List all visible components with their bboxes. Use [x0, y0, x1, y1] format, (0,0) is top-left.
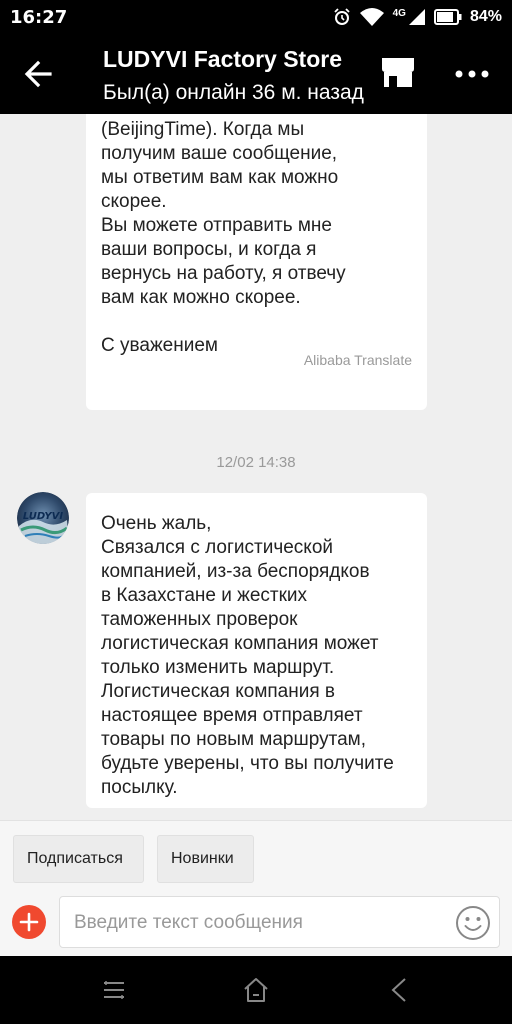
emoji-button[interactable] [455, 905, 491, 941]
store-button[interactable] [378, 52, 418, 92]
plus-icon [19, 912, 39, 932]
chat-header: LUDYVI Factory Store Был(а) онлайн 36 м.… [0, 34, 512, 114]
back-arrow-icon [24, 60, 52, 88]
avatar-text: LUDYVI [23, 511, 63, 522]
message-text: (BeijingTime). Когда мы получим ваше соо… [101, 119, 346, 356]
status-bar: 16:27 4G 84% [0, 0, 512, 34]
online-status: Был(а) онлайн 36 м. назад [103, 81, 364, 104]
network-type: 4G [392, 7, 406, 19]
home-icon [244, 978, 268, 1002]
system-nav-bar [0, 956, 512, 1024]
back-chevron-icon [391, 978, 406, 1002]
message-timestamp: 12/02 14:38 [216, 454, 296, 471]
message-bubble[interactable]: Очень жаль, Связался с логистической ком… [86, 493, 427, 808]
new-arrivals-button[interactable]: Новинки [157, 835, 254, 883]
message-bubble[interactable]: (BeijingTime). Когда мы получим ваше соо… [86, 114, 427, 410]
home-nav-button[interactable] [242, 976, 270, 1004]
translation-label: Alibaba Translate [303, 352, 412, 368]
menu-nav-button[interactable] [100, 976, 128, 1004]
more-icon [455, 70, 489, 78]
status-icons: 4G 84% [333, 7, 502, 27]
avatar[interactable]: LUDYVI [17, 492, 69, 544]
back-nav-button[interactable] [386, 976, 414, 1004]
store-logo-avatar: LUDYVI [17, 492, 69, 544]
wifi-icon [359, 8, 384, 26]
message-input[interactable]: Введите текст сообщения [59, 896, 500, 948]
message-input-placeholder: Введите текст сообщения [74, 912, 303, 933]
message-composer: Введите текст сообщения [0, 896, 512, 956]
attach-button[interactable] [12, 905, 46, 939]
quick-actions-bar: Подписаться Новинки [0, 820, 512, 896]
more-options-button[interactable] [452, 62, 492, 86]
menu-icon [104, 981, 124, 999]
battery-icon [433, 9, 462, 25]
back-button[interactable] [22, 58, 58, 90]
message-text: Очень жаль, Связался с логистической ком… [101, 513, 394, 798]
store-icon [382, 58, 414, 87]
store-name: LUDYVI Factory Store [103, 46, 342, 72]
smiley-icon [456, 906, 490, 940]
status-time: 16:27 [10, 6, 68, 28]
signal-icon [408, 9, 425, 25]
battery-percent: 84% [469, 8, 502, 25]
chat-messages[interactable]: (BeijingTime). Когда мы получим ваше соо… [0, 114, 512, 820]
subscribe-button[interactable]: Подписаться [13, 835, 144, 883]
alarm-icon [333, 8, 350, 25]
